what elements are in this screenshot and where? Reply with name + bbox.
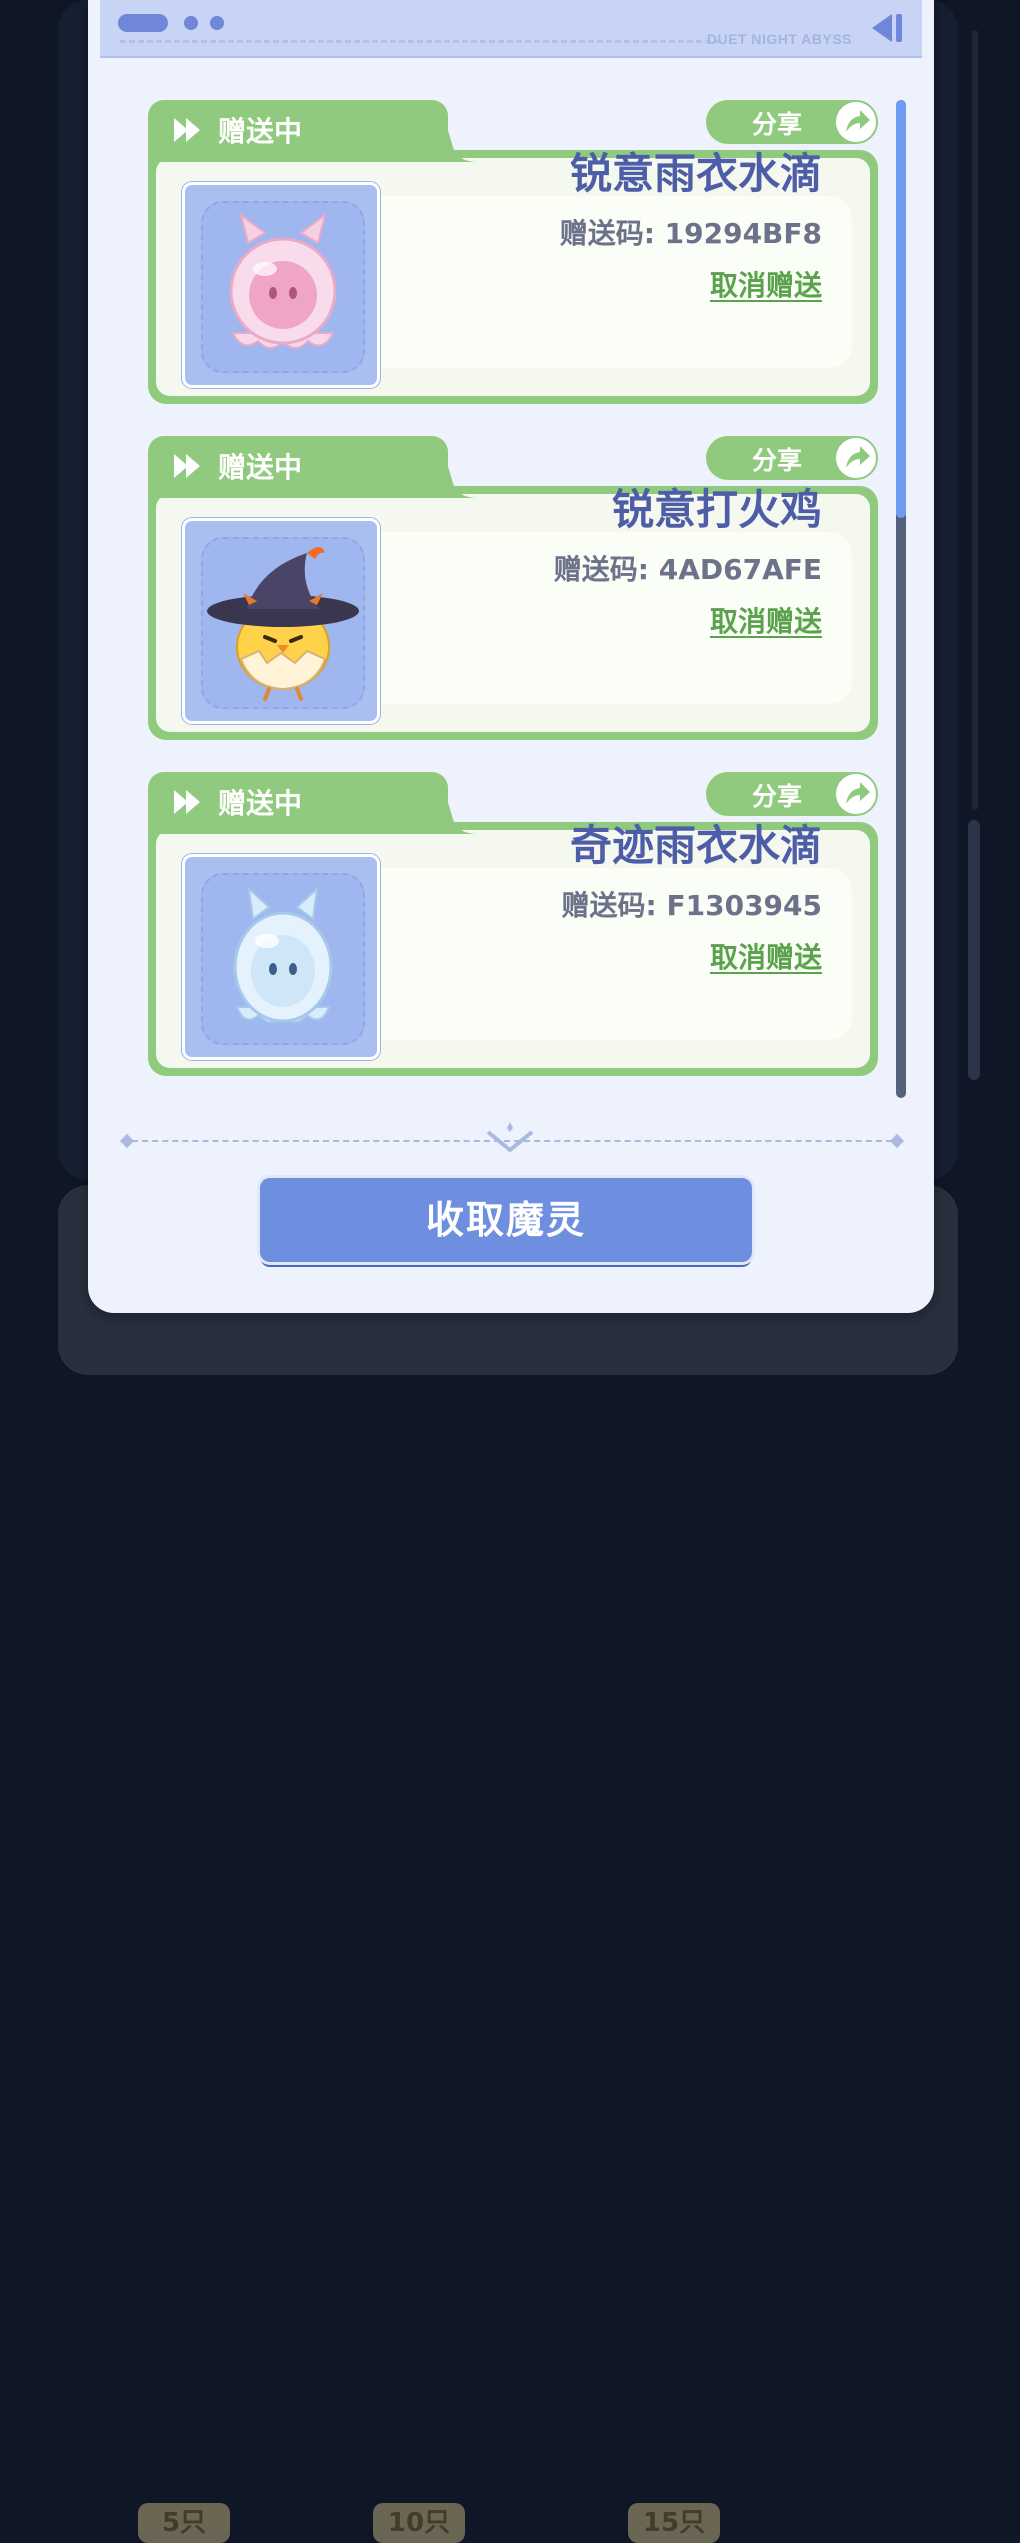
status-tab: 赠送中	[148, 436, 448, 498]
share-button[interactable]: 分享	[706, 100, 878, 144]
pink-raincoat-droplet-icon	[229, 212, 337, 349]
tab-slope	[408, 100, 498, 162]
back-arrow-icon[interactable]	[870, 12, 904, 44]
fast-forward-icon	[174, 118, 200, 142]
share-button[interactable]: 分享	[706, 436, 878, 480]
brand-label: DUET NIGHT ABYSS	[706, 31, 852, 47]
tab-slope	[408, 436, 498, 498]
cancel-gift-link[interactable]: 取消赠送	[710, 600, 822, 640]
blue-raincoat-droplet-icon	[233, 886, 333, 1023]
creature-thumbnail-frame	[201, 873, 365, 1045]
gift-card: 赠送中 分享 锐意打火鸡 赠送码: 4AD67AFE 取消赠送	[148, 436, 878, 740]
modal-header-banner: DUET NIGHT ABYSS	[100, 0, 922, 58]
reward-tier-badge: 10只	[373, 2503, 465, 2543]
creature-name: 锐意打火鸡	[611, 485, 822, 534]
creature-thumbnail	[182, 518, 380, 724]
banner-indicator-dot	[184, 16, 198, 30]
chick-with-witch-hat-icon	[207, 547, 359, 701]
gift-list-modal: DUET NIGHT ABYSS 赠送中 分享 锐意雨衣水滴 赠送码: 1929…	[88, 0, 934, 1313]
creature-thumbnail-frame	[201, 201, 365, 373]
share-arrow-icon	[836, 774, 876, 814]
collect-button-label: 收取魔灵	[425, 1198, 586, 1242]
gift-code: 赠送码: 4AD67AFE	[553, 553, 822, 586]
gift-card: 赠送中 分享 奇迹雨衣水滴 赠送码: F1303945 取消赠送	[148, 772, 878, 1076]
cancel-gift-link[interactable]: 取消赠送	[710, 936, 822, 976]
divider-diamond-icon	[889, 1133, 905, 1149]
share-label: 分享	[752, 110, 803, 139]
creature-thumbnail	[182, 854, 380, 1060]
share-arrow-icon	[836, 102, 876, 142]
creature-thumbnail-frame	[201, 537, 365, 709]
banner-dashed-line	[120, 40, 720, 43]
background-decoration	[968, 820, 980, 1080]
fast-forward-icon	[174, 790, 200, 814]
creature-thumbnail	[182, 182, 380, 388]
status-label: 赠送中	[218, 115, 303, 148]
divider-diamond-icon	[119, 1133, 135, 1149]
gift-code: 赠送码: 19294BF8	[559, 217, 822, 250]
status-label: 赠送中	[218, 787, 303, 820]
creature-name: 锐意雨衣水滴	[569, 149, 822, 198]
chevron-down-icon	[486, 1122, 534, 1152]
share-button[interactable]: 分享	[706, 772, 878, 816]
share-label: 分享	[752, 446, 803, 475]
status-tab: 赠送中	[148, 772, 448, 834]
scrollbar-thumb[interactable]	[896, 100, 906, 518]
banner-indicator-dot	[210, 16, 224, 30]
status-tab: 赠送中	[148, 100, 448, 162]
reward-tier-badge: 15只	[628, 2503, 720, 2543]
share-label: 分享	[752, 782, 803, 811]
reward-tier-badge: 5只	[138, 2503, 230, 2543]
creature-name: 奇迹雨衣水滴	[569, 821, 822, 870]
banner-indicator-pill	[118, 14, 168, 32]
tab-slope	[408, 772, 498, 834]
gift-code: 赠送码: F1303945	[561, 889, 822, 922]
cancel-gift-link[interactable]: 取消赠送	[710, 264, 822, 304]
gift-card: 赠送中 分享 锐意雨衣水滴 赠送码: 19294BF8 取消赠送	[148, 100, 878, 404]
collect-creature-button[interactable]: 收取魔灵	[260, 1178, 752, 1262]
share-arrow-icon	[836, 438, 876, 478]
fast-forward-icon	[174, 454, 200, 478]
background-decoration	[972, 30, 978, 810]
status-label: 赠送中	[218, 451, 303, 484]
